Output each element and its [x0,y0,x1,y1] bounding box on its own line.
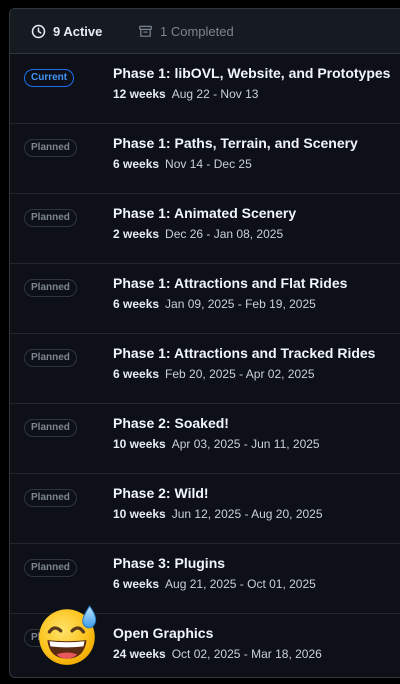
milestone-duration: 10 weeks [113,507,166,521]
milestone-row[interactable]: Planned Phase 2: Wild! 10 weeks Jun 12, 2… [10,474,400,544]
milestone-title-link[interactable]: Phase 3: Plugins [113,555,225,571]
milestone-duration: 24 weeks [113,647,166,661]
tab-completed[interactable]: 1 Completed [138,9,234,53]
tab-active[interactable]: 9 Active [31,9,102,53]
milestone-title-link[interactable]: Open Graphics [113,625,213,641]
milestone-row[interactable]: Planned Phase 1: Attractions and Flat Ri… [10,264,400,334]
milestone-row[interactable]: Planned Phase 1: Attractions and Tracked… [10,334,400,404]
milestone-dates: Dec 26 - Jan 08, 2025 [165,227,284,241]
milestone-row[interactable]: Current Phase 1: libOVL, Website, and Pr… [10,54,400,124]
milestone-meta: 10 weeks Apr 03, 2025 - Jun 11, 2025 [113,437,320,451]
tab-completed-label: 1 Completed [160,23,234,39]
status-badge: Planned [24,209,77,227]
milestone-row[interactable]: Planned Phase 1: Paths, Terrain, and Sce… [10,124,400,194]
milestone-duration: 6 weeks [113,297,160,311]
status-badge: Planned [24,559,77,577]
milestone-dates: Feb 20, 2025 - Apr 02, 2025 [165,367,315,381]
milestone-dates: Nov 14 - Dec 25 [165,157,252,171]
milestone-dates: Apr 03, 2025 - Jun 11, 2025 [171,437,320,451]
milestones-panel: 9 Active 1 Completed Current Phase 1: li… [9,8,400,678]
status-badge: Planned [24,279,77,297]
milestone-title-link[interactable]: Phase 2: Soaked! [113,415,229,431]
status-badge: Planned [24,489,77,507]
clock-icon [31,24,46,38]
milestone-dates: Oct 02, 2025 - Mar 18, 2026 [171,647,322,661]
milestone-title-link[interactable]: Phase 1: Paths, Terrain, and Scenery [113,135,358,151]
milestone-dates: Aug 22 - Nov 13 [171,87,259,101]
milestone-list: Current Phase 1: libOVL, Website, and Pr… [10,54,400,677]
milestone-duration: 2 weeks [113,227,160,241]
milestone-duration: 10 weeks [113,437,166,451]
milestone-duration: 12 weeks [113,87,166,101]
grinning-sweat-emoji-icon [39,605,97,665]
status-badge: Planned [24,349,77,367]
milestone-dates: Jun 12, 2025 - Aug 20, 2025 [171,507,323,521]
status-badge: Planned [24,419,77,437]
milestone-title-link[interactable]: Phase 1: Attractions and Tracked Rides [113,345,375,361]
status-badge: Current [24,69,75,87]
archive-icon [139,25,152,37]
milestone-tabs: 9 Active 1 Completed [10,9,400,54]
milestone-meta: 6 weeks Feb 20, 2025 - Apr 02, 2025 [113,367,315,381]
milestone-meta: 12 weeks Aug 22 - Nov 13 [113,87,258,101]
milestone-dates: Jan 09, 2025 - Feb 19, 2025 [165,297,316,311]
milestone-title-link[interactable]: Phase 1: libOVL, Website, and Prototypes [113,65,390,81]
status-badge: Planned [24,139,77,157]
milestone-row[interactable]: Planned Phase 2: Soaked! 10 weeks Apr 03,… [10,404,400,474]
milestone-title-link[interactable]: Phase 2: Wild! [113,485,209,501]
milestone-title-link[interactable]: Phase 1: Attractions and Flat Rides [113,275,347,291]
milestone-row[interactable]: Planned Phase 1: Animated Scenery 2 week… [10,194,400,264]
milestone-title-link[interactable]: Phase 1: Animated Scenery [113,205,296,221]
milestone-duration: 6 weeks [113,157,160,171]
milestone-meta: 6 weeks Nov 14 - Dec 25 [113,157,252,171]
milestone-meta: 2 weeks Dec 26 - Jan 08, 2025 [113,227,283,241]
milestone-duration: 6 weeks [113,367,160,381]
milestone-meta: 24 weeks Oct 02, 2025 - Mar 18, 2026 [113,647,322,661]
milestone-meta: 6 weeks Aug 21, 2025 - Oct 01, 2025 [113,577,316,591]
milestone-duration: 6 weeks [113,577,160,591]
milestone-dates: Aug 21, 2025 - Oct 01, 2025 [165,577,316,591]
milestone-meta: 6 weeks Jan 09, 2025 - Feb 19, 2025 [113,297,316,311]
milestone-meta: 10 weeks Jun 12, 2025 - Aug 20, 2025 [113,507,323,521]
tab-active-label: 9 Active [53,23,103,39]
